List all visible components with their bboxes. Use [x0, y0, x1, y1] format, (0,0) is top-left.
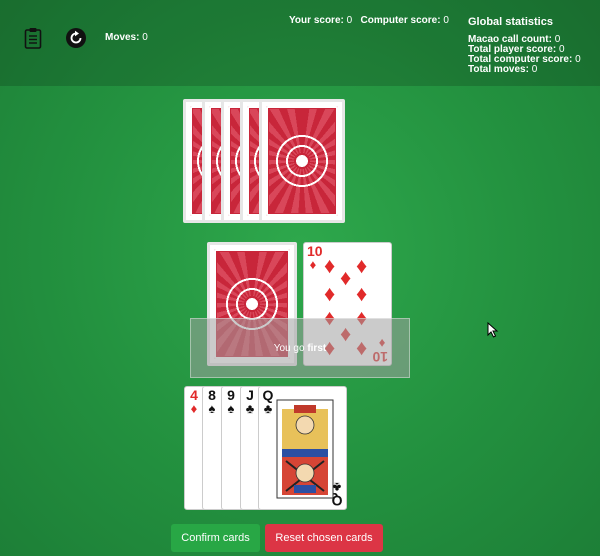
card-corner: 10 ♦: [307, 243, 323, 272]
score-line: Your score: 0 Computer score: 0: [289, 15, 449, 26]
moves-value: 0: [142, 32, 148, 43]
turn-message: You go first: [190, 318, 410, 378]
diamond-pip: ♦: [356, 253, 368, 278]
card-corner: 9 ♠: [227, 387, 235, 416]
turn-message-bold: first: [307, 342, 327, 354]
moves-counter: Moves: 0: [105, 32, 148, 43]
queen-face-art: [276, 399, 334, 499]
reset-chosen-cards-button[interactable]: Reset chosen cards: [265, 524, 383, 552]
card-corner: 4 ♦: [190, 387, 198, 416]
rules-button[interactable]: [22, 26, 44, 50]
clipboard-icon: [24, 28, 42, 49]
global-stats-list: Macao call count: 0 Total player score: …: [468, 35, 581, 75]
restart-icon: [66, 28, 86, 48]
computer-card: [259, 99, 345, 223]
card-corner: Q ♣: [262, 387, 274, 416]
global-stats-title: Global statistics: [468, 16, 553, 28]
your-score-value: 0: [346, 15, 353, 26]
diamond-pip: ♦: [324, 281, 336, 306]
computer-score-value: 0: [443, 15, 449, 26]
moves-label: Moves:: [105, 32, 140, 43]
restart-button[interactable]: [65, 27, 87, 49]
card-corner: J ♣: [245, 387, 255, 416]
diamond-pip: ♦: [356, 281, 368, 306]
card-corner: 8 ♠: [208, 387, 216, 416]
diamond-pip: ♦: [324, 253, 336, 278]
confirm-cards-button[interactable]: Confirm cards: [171, 524, 260, 552]
mouse-cursor-icon: [487, 322, 499, 338]
player-hand-card[interactable]: Q ♣ Q ♣: [258, 386, 347, 510]
your-score-label: Your score:: [289, 15, 344, 26]
turn-message-prefix: You go: [273, 342, 305, 354]
stat-total-moves: Total moves: 0: [468, 64, 538, 75]
computer-score-label: Computer score:: [360, 15, 441, 26]
diamond-pip: ♦: [340, 265, 352, 290]
card-corner-bottom: Q ♣: [331, 480, 343, 509]
